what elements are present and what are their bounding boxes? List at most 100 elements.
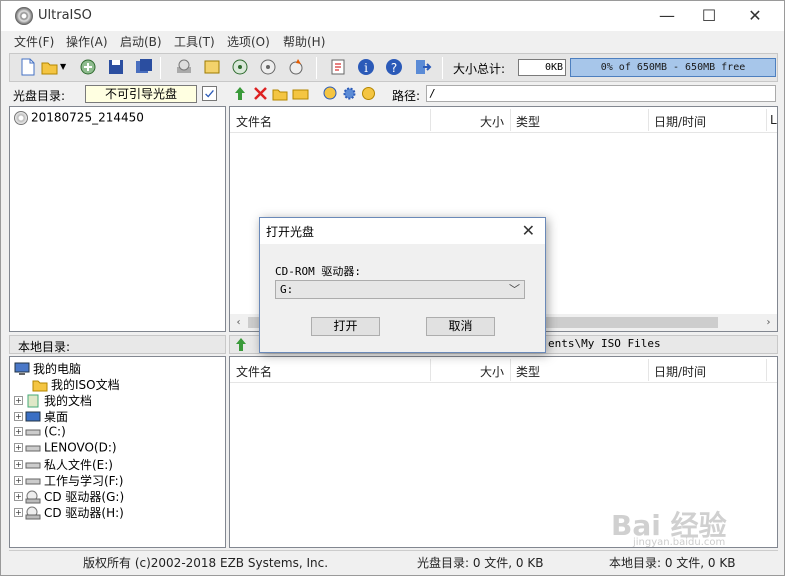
maximize-button[interactable]: ☐ (686, 1, 732, 31)
new-folder-icon[interactable] (272, 85, 289, 102)
rename-icon[interactable] (292, 85, 309, 102)
menu-tools[interactable]: 工具(T) (174, 33, 215, 50)
column-size[interactable]: 大小 (480, 363, 504, 380)
svg-text:i: i (364, 61, 368, 75)
iso-directory-bar: 光盘目录: 不可引导光盘 (9, 85, 226, 104)
view-icon[interactable] (360, 85, 377, 102)
menu-action[interactable]: 操作(A) (66, 33, 108, 50)
computer-icon (14, 362, 30, 375)
app-icon (15, 7, 33, 25)
boot-status-field[interactable]: 不可引导光盘 (85, 85, 197, 103)
save-icon[interactable] (106, 57, 126, 77)
column-size[interactable]: 大小 (480, 113, 504, 130)
tree-item-my-documents[interactable]: + 我的文档 (14, 392, 92, 408)
desktop-icon (25, 411, 41, 421)
tree-item-desktop[interactable]: + 桌面 (14, 408, 68, 424)
drive-icon (25, 462, 41, 468)
up-arrow-icon[interactable] (232, 85, 249, 102)
new-icon[interactable] (18, 57, 38, 77)
capacity-bar[interactable]: 0% of 650MB - 650MB free (570, 58, 776, 77)
iso-tree-panel: 20180725_214450 (9, 106, 226, 332)
expand-icon[interactable]: + (14, 427, 23, 436)
cd-drive-icon (25, 506, 41, 519)
make-cd-image-icon[interactable] (174, 57, 194, 77)
folder-icon (32, 380, 48, 391)
expand-icon[interactable]: + (14, 492, 23, 501)
tree-item-drive-f[interactable]: + 工作与学习(F:) (14, 472, 123, 488)
open-button[interactable]: 打开 (311, 317, 380, 336)
total-size-value: 0KB (518, 59, 566, 76)
column-name[interactable]: 文件名 (236, 363, 272, 380)
column-type[interactable]: 类型 (516, 113, 540, 130)
menu-file[interactable]: 文件(F) (14, 33, 54, 50)
help-icon[interactable]: ? (384, 57, 404, 77)
tree-item-drive-e[interactable]: + 私人文件(E:) (14, 456, 113, 472)
main-window: UltraISO — ☐ ✕ 文件(F) 操作(A) 启动(B) 工具(T) 选… (0, 0, 785, 576)
expand-icon[interactable]: + (14, 476, 23, 485)
tree-item-drive-d[interactable]: + LENOVO(D:) (14, 440, 117, 456)
total-size-label: 大小总计: (453, 62, 506, 76)
local-directory-label: 本地目录: (18, 340, 71, 354)
column-type[interactable]: 类型 (516, 363, 540, 380)
local-list-header: 文件名 大小 类型 日期/时间 (230, 357, 777, 383)
expand-icon[interactable]: + (14, 412, 23, 421)
menu-help[interactable]: 帮助(H) (283, 33, 325, 50)
compress-icon[interactable] (230, 57, 250, 77)
cdrom-drive-label: CD-ROM 驱动器: (275, 265, 361, 278)
add-files-icon[interactable] (322, 85, 339, 102)
dialog-close-icon[interactable]: ✕ (522, 221, 535, 240)
cdrom-drive-value: G: (280, 283, 294, 296)
local-up-arrow-icon[interactable] (233, 336, 250, 353)
delete-icon[interactable] (252, 85, 269, 102)
menu-boot[interactable]: 启动(B) (120, 33, 162, 50)
drive-icon (25, 478, 41, 484)
properties-icon[interactable] (328, 57, 348, 77)
mount-icon[interactable] (258, 57, 278, 77)
cancel-button[interactable]: 取消 (426, 317, 495, 336)
burn-icon[interactable] (286, 57, 306, 77)
iso-path-field[interactable]: / (426, 85, 776, 102)
minimize-button[interactable]: — (644, 1, 690, 31)
expand-icon[interactable]: + (14, 508, 23, 517)
documents-icon (27, 394, 39, 407)
tree-item-my-iso-docs[interactable]: 我的ISO文档 (32, 376, 120, 392)
watermark-url: jingyan.baidu.com (633, 537, 726, 548)
make-floppy-image-icon[interactable] (202, 57, 222, 77)
scroll-left-icon[interactable]: ‹ (230, 314, 247, 331)
iso-tree-root[interactable]: 20180725_214450 (14, 110, 144, 125)
tree-item-my-computer[interactable]: 我的电脑 (14, 360, 81, 376)
local-tree-panel: 我的电脑 我的ISO文档 + 我的文档 + 桌面 + (C:) + LENOVO(D:)… (9, 356, 226, 548)
iso-list-header: 文件名 大小 类型 日期/时间 L (230, 107, 777, 133)
extract-icon[interactable] (78, 57, 98, 77)
save-as-icon[interactable] (134, 57, 154, 77)
tree-item-drive-h[interactable]: + CD 驱动器(H:) (14, 504, 124, 520)
cd-drive-icon (25, 490, 41, 503)
exit-icon[interactable] (412, 57, 432, 77)
tree-item-drive-c[interactable]: + (C:) (14, 424, 66, 440)
column-date[interactable]: 日期/时间 (654, 363, 706, 380)
column-l[interactable]: L (770, 113, 777, 127)
dialog-title: 打开光盘 (266, 225, 315, 239)
status-bar: 版权所有 (c)2002-2018 EZB Systems, Inc. 光盘目录… (9, 550, 778, 570)
drive-icon (25, 445, 41, 451)
close-button[interactable]: ✕ (732, 1, 778, 31)
open-dropdown-icon[interactable]: ▼ (60, 57, 68, 77)
menu-options[interactable]: 选项(O) (227, 33, 270, 50)
column-name[interactable]: 文件名 (236, 113, 272, 130)
scroll-right-icon[interactable]: › (760, 314, 777, 331)
expand-icon[interactable]: + (14, 443, 23, 452)
expand-icon[interactable]: + (14, 460, 23, 469)
window-title: UltraISO (38, 8, 92, 23)
tree-item-drive-g[interactable]: + CD 驱动器(G:) (14, 488, 124, 504)
column-date[interactable]: 日期/时间 (654, 113, 706, 130)
boot-settings-icon[interactable] (202, 86, 217, 101)
cdrom-drive-select[interactable]: G: ﹀ (275, 280, 525, 299)
title-bar: UltraISO — ☐ ✕ (1, 1, 784, 31)
local-path-field[interactable]: ents\My ISO Files (548, 337, 661, 350)
local-status-text: 本地目录: 0 文件, 0 KB (609, 556, 736, 570)
expand-icon[interactable]: + (14, 396, 23, 405)
open-icon[interactable] (40, 57, 60, 77)
settings-gear-icon[interactable] (341, 85, 358, 102)
svg-text:?: ? (391, 61, 397, 75)
info-icon[interactable]: i (356, 57, 376, 77)
